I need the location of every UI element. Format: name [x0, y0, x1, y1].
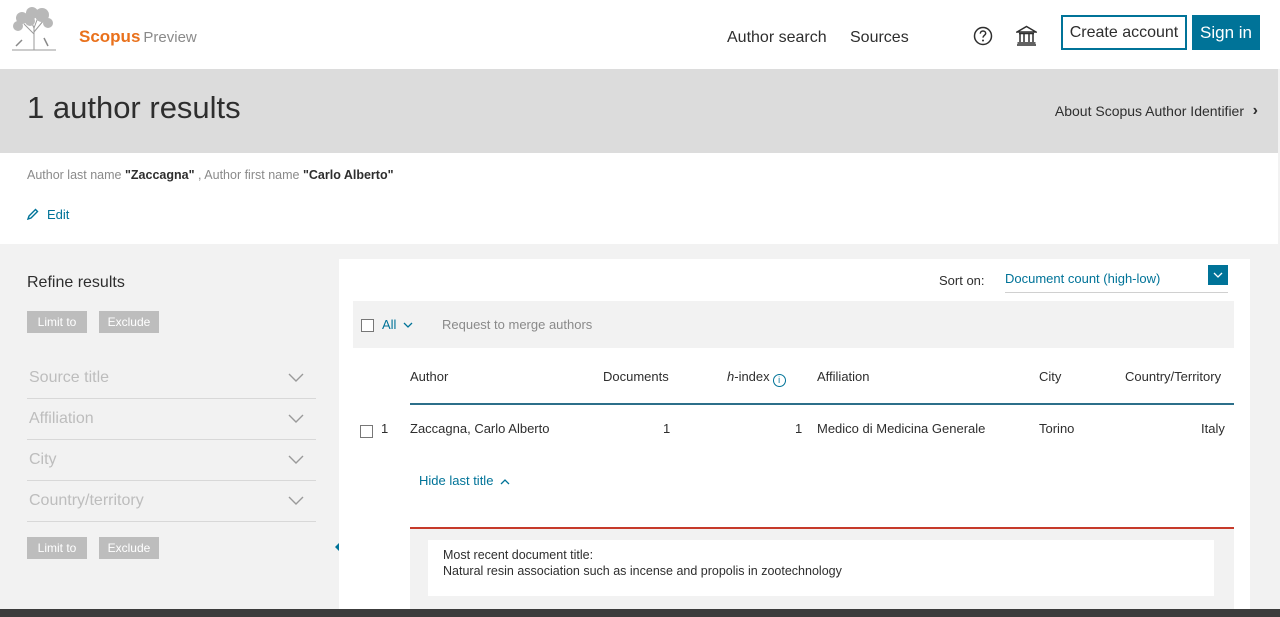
author-name-link[interactable]: Zaccagna, Carlo Alberto	[410, 421, 549, 436]
chevron-up-icon	[500, 479, 510, 485]
affiliation-value: Medico di Medicina Generale	[817, 421, 986, 436]
sort-value: Document count (high-low)	[1005, 271, 1161, 286]
recent-document-box: Most recent document title: Natural resi…	[428, 540, 1214, 596]
column-header-author[interactable]: Author	[410, 369, 448, 384]
last-name-label: Author last name	[27, 168, 122, 182]
all-label: All	[382, 317, 397, 332]
sign-in-button[interactable]: Sign in	[1192, 15, 1260, 50]
facet-source-title[interactable]: Source title	[27, 359, 316, 399]
row-checkbox[interactable]	[360, 425, 373, 438]
search-query-summary: Author last name "Zaccagna" , Author fir…	[0, 153, 1278, 244]
nav-sources[interactable]: Sources	[850, 29, 909, 47]
documents-count[interactable]: 1	[663, 421, 670, 436]
first-name-label: Author first name	[204, 168, 300, 182]
facet-label: Country/territory	[29, 492, 144, 509]
column-header-affiliation[interactable]: Affiliation	[817, 369, 870, 384]
recent-title-value[interactable]: Natural resin association such as incens…	[443, 563, 1199, 579]
city-value: Torino	[1039, 421, 1075, 436]
page-title: 1 author results	[27, 90, 241, 125]
chevron-down-icon	[288, 414, 304, 423]
last-title-area: Most recent document title: Natural resi…	[410, 529, 1234, 611]
elsevier-logo-icon[interactable]	[8, 6, 60, 52]
brand-suffix: Preview	[143, 29, 197, 46]
help-icon[interactable]	[973, 26, 993, 46]
institution-icon[interactable]	[1016, 25, 1037, 46]
exclude-button-top[interactable]: Exclude	[99, 311, 159, 333]
facet-label: City	[29, 451, 57, 468]
recent-title-label: Most recent document title:	[443, 548, 594, 562]
h-index-value: 1	[795, 421, 803, 436]
facet-label: Affiliation	[29, 410, 94, 427]
sort-label: Sort on:	[939, 273, 985, 288]
chevron-down-icon	[288, 496, 304, 505]
refine-results-heading: Refine results	[27, 274, 125, 291]
hide-last-title-toggle[interactable]: Hide last title	[419, 473, 510, 488]
top-header: Scopus Preview Author search Sources Crea…	[0, 0, 1280, 69]
chevron-right-icon[interactable]: ›	[1253, 102, 1258, 120]
column-header-documents[interactable]: Documents	[603, 369, 669, 384]
results-title-bar: 1 author results About Scopus Author Ide…	[0, 69, 1278, 153]
chevron-down-icon	[403, 322, 413, 328]
limit-to-button-bottom[interactable]: Limit to	[27, 537, 87, 559]
row-index: 1	[381, 421, 389, 436]
sort-select[interactable]: Document count (high-low)	[1005, 267, 1228, 293]
about-author-identifier-link[interactable]: About Scopus Author Identifier	[1055, 103, 1244, 119]
header-divider	[410, 403, 1234, 405]
chevron-down-icon	[288, 455, 304, 464]
nav-author-search[interactable]: Author search	[727, 29, 827, 47]
select-all-checkbox[interactable]	[361, 319, 374, 332]
footer-bar	[0, 609, 1280, 617]
facet-country-territory[interactable]: Country/territory	[27, 482, 316, 522]
request-merge-authors-link[interactable]: Request to merge authors	[442, 317, 592, 332]
first-name-value: "Carlo Alberto"	[302, 168, 394, 182]
hide-last-title-label: Hide last title	[419, 473, 494, 488]
column-header-city[interactable]: City	[1039, 369, 1061, 384]
limit-to-button-top[interactable]: Limit to	[27, 311, 87, 333]
edit-label: Edit	[47, 207, 70, 222]
country-value: Italy	[1201, 421, 1225, 436]
h-index-suffix: -index	[734, 369, 770, 384]
create-account-button[interactable]: Create account	[1061, 15, 1187, 50]
last-name-value: "Zaccagna"	[124, 168, 195, 182]
select-all-dropdown[interactable]: All	[382, 317, 413, 332]
chevron-down-icon	[288, 373, 304, 382]
pencil-icon	[27, 208, 39, 220]
facet-label: Source title	[29, 369, 110, 386]
column-header-country[interactable]: Country/Territory	[1125, 369, 1221, 384]
exclude-button-bottom[interactable]: Exclude	[99, 537, 159, 559]
brand-name: Scopus	[79, 27, 141, 46]
edit-search-link[interactable]: Edit	[27, 207, 69, 222]
query-separator: ,	[198, 168, 202, 182]
results-toolbar: All Request to merge authors	[353, 301, 1234, 348]
facet-affiliation[interactable]: Affiliation	[27, 400, 316, 440]
brand-logo[interactable]: Scopus Preview	[79, 27, 197, 47]
results-panel: Sort on: Document count (high-low) All R…	[339, 259, 1250, 611]
chevron-down-icon[interactable]	[1208, 265, 1228, 285]
query-text: Author last name "Zaccagna" , Author fir…	[27, 168, 394, 182]
column-header-h-index[interactable]: h-index i	[727, 369, 786, 387]
info-icon[interactable]: i	[772, 374, 786, 387]
facet-city[interactable]: City	[27, 441, 316, 481]
